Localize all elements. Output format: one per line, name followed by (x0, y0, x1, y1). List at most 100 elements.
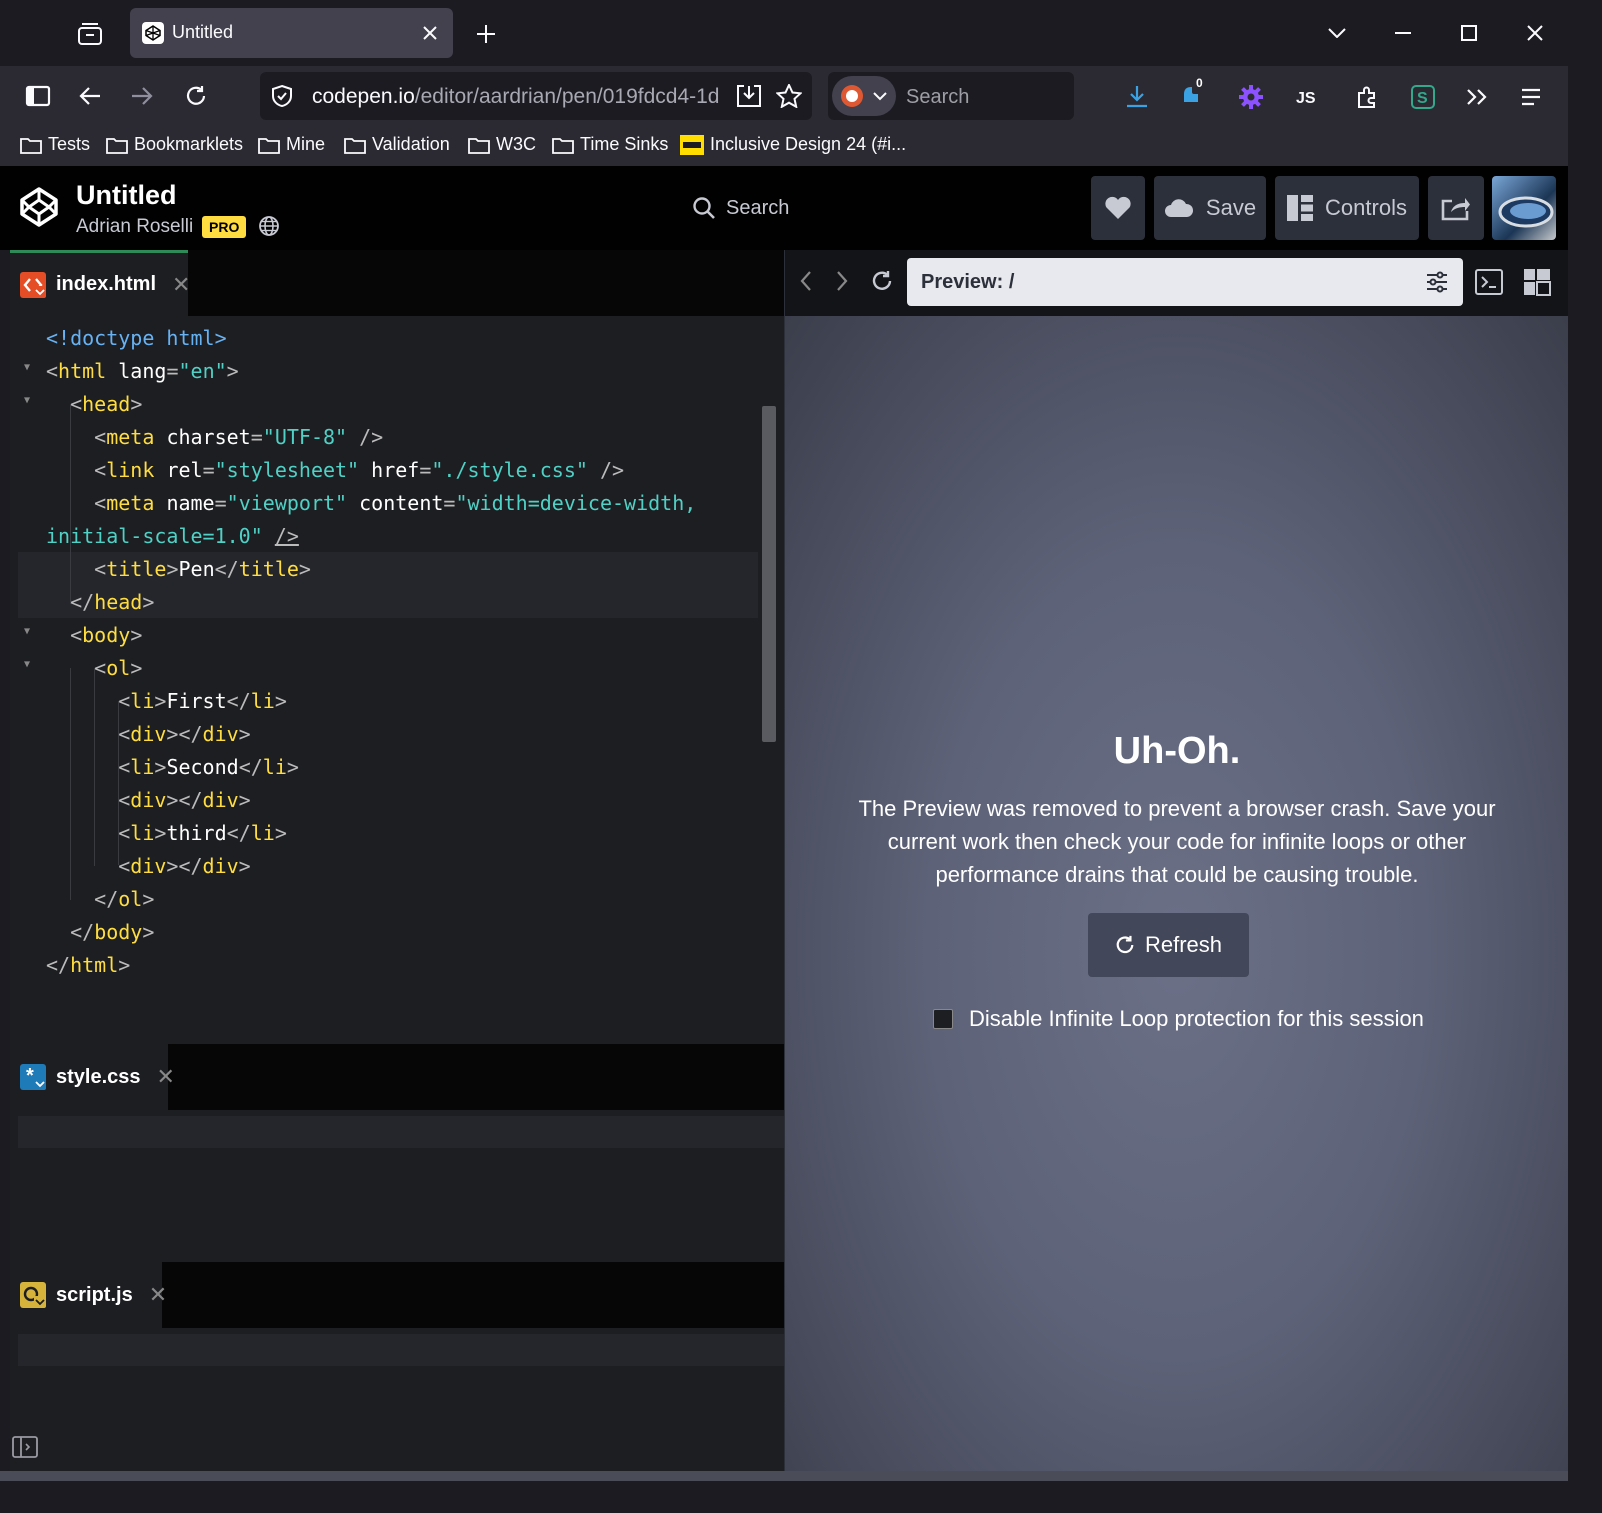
tab-list-icon[interactable] (70, 14, 110, 54)
pen-author[interactable]: Adrian Roselli (76, 216, 193, 238)
html-editor-header: index.html ✕ (10, 250, 784, 316)
user-avatar[interactable] (1492, 176, 1556, 240)
svg-text:S: S (1417, 90, 1428, 107)
bookmark-folder[interactable]: Tests (20, 134, 90, 155)
pen-title[interactable]: Untitled (76, 180, 177, 211)
share-icon (1441, 195, 1471, 221)
list-all-tabs-icon[interactable] (1304, 0, 1370, 66)
refresh-button[interactable]: Refresh (1088, 913, 1249, 977)
tab-index-html[interactable]: index.html ✕ (10, 250, 190, 316)
code-line: <html lang="en"> (46, 359, 239, 383)
notification-extension-icon[interactable]: 0 (1176, 76, 1210, 114)
code-line: <meta name="viewport" content="width=dev… (94, 491, 697, 515)
minimize-icon[interactable] (1370, 0, 1436, 66)
sliders-icon[interactable] (1425, 270, 1449, 294)
editor-panel: index.html ✕ ▼ ▼ ▼ ▼ <!doctype html> <ht… (10, 250, 784, 1471)
codepen-header: Untitled Adrian Roselli PRO Search Save … (0, 166, 1568, 250)
browser-tab-bar: Untitled (0, 0, 1568, 66)
preview-reload-icon[interactable] (871, 270, 893, 292)
search-engine-selector[interactable] (832, 76, 896, 116)
close-tab-icon[interactable] (417, 20, 443, 46)
preview-url-field[interactable]: Preview: / (907, 258, 1463, 306)
overflow-menu-icon[interactable] (1460, 80, 1494, 114)
browser-tab-active[interactable]: Untitled (130, 8, 453, 58)
refresh-label: Refresh (1144, 932, 1223, 957)
layout-toggle-icon[interactable] (1523, 268, 1551, 296)
reload-icon[interactable] (178, 78, 214, 114)
controls-label: Controls (1325, 195, 1407, 220)
save-page-icon[interactable] (736, 84, 762, 108)
bookmark-folder[interactable]: Time Sinks (552, 134, 668, 155)
js-code-editor[interactable] (10, 1328, 784, 1471)
css-editor-header: * style.css ✕ (10, 1044, 784, 1110)
bookmark-star-icon[interactable] (776, 84, 802, 108)
bookmark-folder[interactable]: Validation (344, 134, 450, 155)
save-button[interactable]: Save (1154, 176, 1266, 240)
sidebar-icon[interactable] (20, 78, 56, 114)
code-line: <ol> (94, 656, 143, 680)
extensions-puzzle-icon[interactable] (1350, 80, 1384, 114)
code-line: initial-scale=1.0" /> (46, 524, 299, 548)
svg-text:JS: JS (1296, 90, 1316, 107)
code-line: </head> (70, 590, 155, 614)
bookmark-link[interactable]: Inclusive Design 24 (#i... (680, 134, 906, 155)
fold-arrow-icon[interactable]: ▼ (24, 626, 30, 637)
heart-icon (1104, 196, 1132, 220)
close-icon[interactable]: ✕ (149, 1282, 167, 1308)
back-icon[interactable] (72, 78, 108, 114)
share-button[interactable] (1428, 176, 1484, 240)
code-line: <title>Pen</title> (94, 557, 311, 581)
bookmark-folder[interactable]: Mine (258, 134, 325, 155)
code-line: <li>Second</li> (118, 755, 299, 779)
fold-arrow-icon[interactable]: ▼ (24, 395, 30, 406)
error-message: The Preview was removed to prevent a bro… (858, 796, 1496, 887)
controls-button[interactable]: Controls (1275, 176, 1419, 240)
bookmark-folder[interactable]: W3C (468, 134, 536, 155)
fold-arrow-icon[interactable]: ▼ (24, 659, 30, 670)
codepen-favicon-icon (142, 22, 164, 44)
editor-scrollbar[interactable] (762, 406, 776, 742)
codepen-search-button[interactable]: Search (692, 196, 789, 220)
sidebar-toggle-icon[interactable] (12, 1436, 38, 1458)
loop-protection-label: Disable Infinite Loop protection for thi… (969, 1006, 1424, 1031)
code-line: <li>First</li> (118, 689, 287, 713)
codepen-logo-icon[interactable] (18, 186, 60, 228)
active-line-highlight (18, 1116, 784, 1148)
tab-script-js[interactable]: script.js ✕ (10, 1262, 167, 1328)
preview-back-icon[interactable] (799, 270, 813, 292)
code-line: <li>third</li> (118, 821, 287, 845)
code-line: <link rel="stylesheet" href="./style.css… (94, 458, 625, 482)
loop-protection-checkbox[interactable] (933, 1009, 953, 1029)
loop-protection-option[interactable]: Disable Infinite Loop protection for thi… (933, 1006, 1424, 1032)
close-icon[interactable]: ✕ (157, 1064, 175, 1090)
code-line: <meta charset="UTF-8" /> (94, 425, 384, 449)
close-icon[interactable]: ✕ (172, 272, 190, 298)
search-bar[interactable]: Search (828, 72, 1074, 120)
new-tab-icon[interactable] (470, 18, 502, 50)
url-bar[interactable]: codepen.io/editor/aardrian/pen/019fdcd4-… (260, 72, 812, 120)
search-label: Search (726, 196, 790, 219)
preview-forward-icon[interactable] (835, 270, 849, 292)
browser-nav-bar: codepen.io/editor/aardrian/pen/019fdcd4-… (0, 66, 1568, 126)
js-extension-icon[interactable]: JS (1292, 80, 1326, 114)
html-code-editor[interactable]: ▼ ▼ ▼ ▼ <!doctype html> <html lang="en">… (10, 316, 784, 1044)
code-line: <body> (70, 623, 143, 647)
gear-extension-icon[interactable] (1234, 80, 1268, 114)
stylus-extension-icon[interactable]: S (1406, 80, 1440, 114)
error-title: Uh-Oh. (1113, 730, 1241, 772)
forward-icon[interactable] (124, 78, 160, 114)
url-text: codepen.io/editor/aardrian/pen/019fdcd4-… (312, 85, 720, 108)
love-button[interactable] (1091, 176, 1145, 240)
maximize-icon[interactable] (1436, 0, 1502, 66)
tracking-protection-icon[interactable] (270, 84, 294, 108)
window-controls (1304, 0, 1568, 66)
downloads-icon[interactable] (1120, 80, 1154, 114)
bookmark-folder[interactable]: Bookmarklets (106, 134, 243, 155)
tab-style-css[interactable]: * style.css ✕ (10, 1044, 175, 1110)
css-code-editor[interactable] (10, 1110, 784, 1262)
close-window-icon[interactable] (1502, 0, 1568, 66)
console-icon[interactable] (1475, 268, 1503, 296)
app-menu-icon[interactable] (1514, 80, 1548, 114)
fold-arrow-icon[interactable]: ▼ (24, 362, 30, 373)
globe-icon[interactable] (258, 215, 280, 237)
